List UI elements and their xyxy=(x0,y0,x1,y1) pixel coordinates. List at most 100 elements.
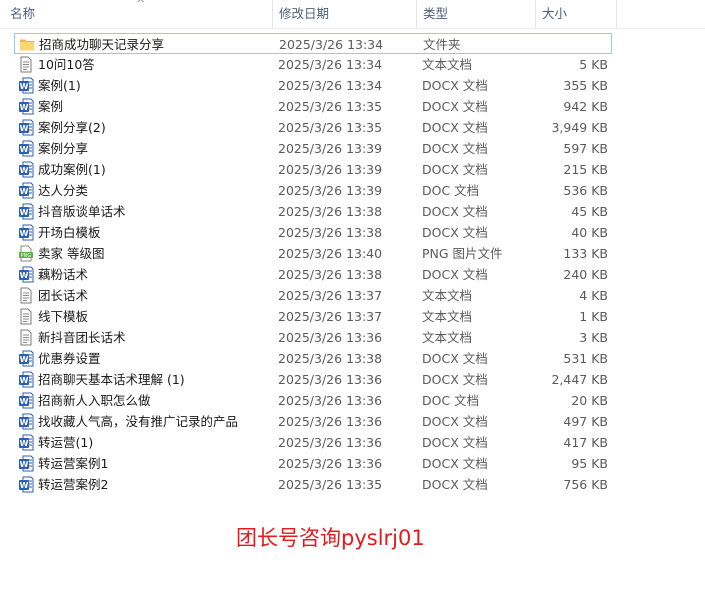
svg-text:W: W xyxy=(20,418,29,427)
folder-icon xyxy=(19,36,35,53)
word-docx-icon: W xyxy=(18,98,34,115)
column-header-date[interactable]: 修改日期 xyxy=(273,0,416,28)
file-name: 抖音版谈单话术 xyxy=(38,204,126,219)
svg-text:W: W xyxy=(20,460,29,469)
column-header-type[interactable]: 类型 xyxy=(417,0,535,28)
file-type: DOC 文档 xyxy=(422,183,480,198)
file-modified-date: 2025/3/26 13:38 xyxy=(278,351,383,366)
svg-text:W: W xyxy=(20,82,29,91)
file-size: 3 KB xyxy=(579,330,608,345)
file-type: DOCX 文档 xyxy=(422,414,488,429)
word-docx-icon: W xyxy=(18,203,34,220)
column-header-size[interactable]: 大小 xyxy=(536,0,616,28)
file-modified-date: 2025/3/26 13:36 xyxy=(278,330,383,345)
file-name: 案例(1) xyxy=(38,78,81,93)
file-type: DOCX 文档 xyxy=(422,456,488,471)
file-name: 优惠券设置 xyxy=(38,351,101,366)
file-size: 40 KB xyxy=(571,225,608,240)
word-docx-icon: W xyxy=(18,455,34,472)
file-row[interactable]: W 招商聊天基本话术理解 (1) 2025/3/26 13:36 DOCX 文档 2,4… xyxy=(14,369,612,390)
svg-text:W: W xyxy=(20,103,29,112)
file-modified-date: 2025/3/26 13:39 xyxy=(278,141,383,156)
file-row-selected[interactable]: 招商成功聊天记录分享 2025/3/26 13:34 文件夹 xyxy=(14,33,612,54)
word-docx-icon: W xyxy=(18,77,34,94)
file-size: 5 KB xyxy=(579,57,608,72)
file-size: 45 KB xyxy=(571,204,608,219)
svg-text:W: W xyxy=(20,481,29,490)
word-doc-icon: W xyxy=(18,392,34,409)
file-modified-date: 2025/3/26 13:38 xyxy=(278,204,383,219)
file-type: DOCX 文档 xyxy=(422,162,488,177)
file-row[interactable]: PNG 卖家 等级图 2025/3/26 13:40 PNG 图片文件 133 KB xyxy=(14,243,612,264)
file-type: DOCX 文档 xyxy=(422,120,488,135)
file-row[interactable]: W 成功案例(1) 2025/3/26 13:39 DOCX 文档 215 KB xyxy=(14,159,612,180)
file-name: 藕粉话术 xyxy=(38,267,89,282)
file-row[interactable]: W 案例 2025/3/26 13:35 DOCX 文档 942 KB xyxy=(14,96,612,117)
svg-text:W: W xyxy=(20,376,29,385)
word-docx-icon: W xyxy=(18,476,34,493)
file-name: 招商聊天基本话术理解 (1) xyxy=(38,372,185,387)
file-row[interactable]: W 找收藏人气高，没有推广记录的产品 2025/3/26 13:36 DOCX 文档 4… xyxy=(14,411,612,432)
file-name: 案例分享 xyxy=(38,141,89,156)
file-name: 开场白模板 xyxy=(38,225,101,240)
file-size: 597 KB xyxy=(563,141,608,156)
svg-text:W: W xyxy=(20,355,29,364)
word-docx-icon: W xyxy=(18,161,34,178)
file-row[interactable]: W 藕粉话术 2025/3/26 13:38 DOCX 文档 240 KB xyxy=(14,264,612,285)
file-size: 1 KB xyxy=(579,309,608,324)
word-docx-icon: W xyxy=(18,224,34,241)
sort-ascending-icon: ^ xyxy=(136,0,146,10)
word-docx-icon: W xyxy=(18,266,34,283)
file-modified-date: 2025/3/26 13:34 xyxy=(279,37,384,52)
file-size: 355 KB xyxy=(563,78,608,93)
file-type: DOCX 文档 xyxy=(422,141,488,156)
file-name: 招商新人入职怎么做 xyxy=(38,393,151,408)
file-name: 转运营案例1 xyxy=(38,456,109,471)
file-size: 95 KB xyxy=(571,456,608,471)
file-row[interactable]: W 达人分类 2025/3/26 13:39 DOC 文档 536 KB xyxy=(14,180,612,201)
file-size: 497 KB xyxy=(563,414,608,429)
file-size: 942 KB xyxy=(563,99,608,114)
file-modified-date: 2025/3/26 13:39 xyxy=(278,183,383,198)
file-type: DOCX 文档 xyxy=(422,267,488,282)
file-name: 招商成功聊天记录分享 xyxy=(39,37,165,52)
file-size: 756 KB xyxy=(563,477,608,492)
file-type: 文本文档 xyxy=(422,309,473,324)
file-row[interactable]: W 转运营案例1 2025/3/26 13:36 DOCX 文档 95 KB xyxy=(14,453,612,474)
file-row[interactable]: W 案例分享(2) 2025/3/26 13:35 DOCX 文档 3,949 KB xyxy=(14,117,612,138)
file-modified-date: 2025/3/26 13:34 xyxy=(278,78,383,93)
file-row[interactable]: W 转运营案例2 2025/3/26 13:35 DOCX 文档 756 KB xyxy=(14,474,612,495)
file-type: DOC 文档 xyxy=(422,393,480,408)
file-type: PNG 图片文件 xyxy=(422,246,503,261)
svg-text:W: W xyxy=(20,124,29,133)
column-header-name-label: 名称 xyxy=(10,6,36,21)
file-row[interactable]: W 抖音版谈单话术 2025/3/26 13:38 DOCX 文档 45 KB xyxy=(14,201,612,222)
file-modified-date: 2025/3/26 13:35 xyxy=(278,120,383,135)
file-row[interactable]: 新抖音团长话术 2025/3/26 13:36 文本文档 3 KB xyxy=(14,327,612,348)
file-row[interactable]: W 转运营(1) 2025/3/26 13:36 DOCX 文档 417 KB xyxy=(14,432,612,453)
file-modified-date: 2025/3/26 13:35 xyxy=(278,477,383,492)
file-size: 417 KB xyxy=(563,435,608,450)
file-row[interactable]: W 开场白模板 2025/3/26 13:38 DOCX 文档 40 KB xyxy=(14,222,612,243)
file-size: 4 KB xyxy=(579,288,608,303)
file-row[interactable]: W 案例分享 2025/3/26 13:39 DOCX 文档 597 KB xyxy=(14,138,612,159)
column-divider[interactable] xyxy=(616,0,617,28)
file-type: DOCX 文档 xyxy=(422,204,488,219)
file-modified-date: 2025/3/26 13:36 xyxy=(278,456,383,471)
file-name: 线下模板 xyxy=(38,309,89,324)
file-name: 找收藏人气高，没有推广记录的产品 xyxy=(38,414,239,429)
file-type: 文本文档 xyxy=(422,288,473,303)
file-size: 531 KB xyxy=(563,351,608,366)
file-row[interactable]: W 优惠券设置 2025/3/26 13:38 DOCX 文档 531 KB xyxy=(14,348,612,369)
file-size: 133 KB xyxy=(563,246,608,261)
file-row[interactable]: 团长话术 2025/3/26 13:37 文本文档 4 KB xyxy=(14,285,612,306)
file-type: 文本文档 xyxy=(422,57,473,72)
svg-text:PNG: PNG xyxy=(21,253,32,259)
file-row[interactable]: 10问10答 2025/3/26 13:34 文本文档 5 KB xyxy=(14,54,612,75)
file-name: 卖家 等级图 xyxy=(38,246,105,261)
file-name: 新抖音团长话术 xyxy=(38,330,126,345)
file-size: 2,447 KB xyxy=(551,372,608,387)
file-row[interactable]: W 案例(1) 2025/3/26 13:34 DOCX 文档 355 KB xyxy=(14,75,612,96)
file-row[interactable]: W 招商新人入职怎么做 2025/3/26 13:36 DOC 文档 20 KB xyxy=(14,390,612,411)
file-row[interactable]: 线下模板 2025/3/26 13:37 文本文档 1 KB xyxy=(14,306,612,327)
